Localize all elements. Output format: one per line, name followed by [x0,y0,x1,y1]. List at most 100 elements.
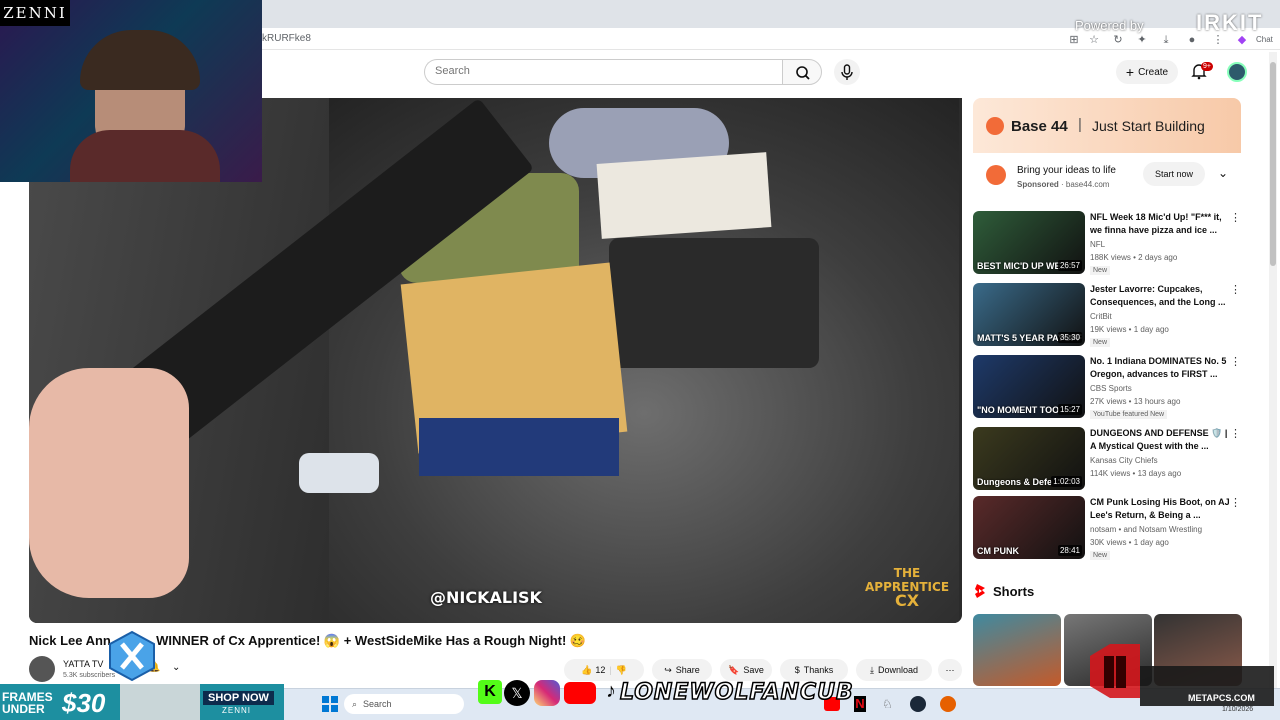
download-icon[interactable]: ⤓ [1160,34,1172,46]
instagram-icon [534,680,560,706]
recommendation-meta: 188K views • 2 days ago [1090,253,1178,262]
x-logo-icon [109,630,155,682]
recommendation-title[interactable]: CM Punk Losing His Boot, on AJ Lee's Ret… [1090,496,1232,522]
white-bag-shape [299,453,379,493]
tiktok-icon: ♪ [606,680,616,702]
recommendation-badge: New [1090,266,1111,275]
recommendation-meta: 27K views • 13 hours ago [1090,397,1181,406]
sponsored-ad[interactable]: Base 44 | Just Start Building Bring your… [973,98,1241,195]
more-options-icon[interactable]: ⋮ [1230,496,1241,509]
microphone-icon [841,64,853,80]
ad-sponsored-label: Sponsored [1017,180,1059,189]
plus-icon: + [1125,64,1135,80]
black-case-shape [609,238,819,368]
recommendation-item[interactable]: CM PUNK 28:41 CM Punk Losing His Boot, on … [973,496,1241,560]
save-label: Save [743,665,764,675]
recommendation-channel[interactable]: CBS Sports [1090,384,1132,393]
recommendation-thumbnail[interactable]: MATT'S 5 YEAR PAYOFF 35:30 [973,283,1085,346]
ad-domain: base44.com [1065,180,1110,189]
shop-now-label: SHOP NOW [203,691,274,705]
more-options-icon[interactable]: ⋮ [1230,355,1241,368]
like-button[interactable]: 👍 12 [581,665,605,676]
recommendation-channel[interactable]: NFL [1090,240,1105,249]
share-label: Share [675,665,700,675]
create-button[interactable]: + Create [1116,60,1178,84]
firefox-taskbar-icon[interactable] [940,696,956,712]
frames-line-2: UNDER [2,702,45,716]
shorts-heading: Shorts [973,583,1034,599]
more-actions-button[interactable]: ⋯ [938,659,962,681]
zenni-logo: ZENNI [0,0,70,26]
frames-under-text: FRAMES UNDER [2,691,53,715]
hand-shape [29,368,189,598]
search-icon [796,66,810,80]
taskbar-date: 1/10/2026 [1222,706,1254,713]
channel-avatar[interactable] [29,656,55,682]
refresh-icon[interactable]: ↻ [1112,34,1124,46]
recommendation-title[interactable]: Jester Lavorre: Cupcakes, Consequences, … [1090,283,1232,309]
url-text: kRURFke8 [262,33,311,44]
taskbar-search[interactable]: ⌕ Search [344,694,464,714]
bookmark-star-icon[interactable]: ☆ [1088,34,1100,46]
shorts-heading-label: Shorts [993,583,1035,599]
chevron-down-icon[interactable]: ⌄ [172,662,180,673]
more-options-icon[interactable]: ⋮ [1230,211,1241,224]
chat-label[interactable]: Chat [1256,35,1273,44]
steam-taskbar-icon[interactable] [910,696,926,712]
chevron-down-icon[interactable]: ⌄ [1218,166,1228,180]
thumbs-down-icon[interactable]: 👎 [616,665,627,676]
download-button[interactable]: ⤓ Download [856,659,932,681]
recommendation-channel[interactable]: notsam • and Notsam Wrestling [1090,525,1202,534]
recommendation-meta: 30K views • 1 day ago [1090,538,1169,547]
netflix-taskbar-icon[interactable]: N [854,696,866,712]
video-duration: 35:30 [1057,332,1082,343]
recommendation-thumbnail[interactable]: Dungeons & Defe 1:02:03 [973,427,1085,490]
recommendation-thumbnail[interactable]: BEST MIC'D UP WE... 26:57 [973,211,1085,274]
recommendation-item[interactable]: "NO MOMENT TOO 15:27 No. 1 Indiana DOMINAT… [973,355,1241,419]
video-title-end: WINNER of Cx Apprentice! 😱 + WestSideMik… [156,633,587,648]
notification-badge: 9+ [1201,62,1213,71]
shorts-icon [975,584,985,598]
recommendation-title[interactable]: NFL Week 18 Mic'd Up! "F*** it, we finna… [1090,211,1232,237]
voice-search-button[interactable] [834,59,860,85]
base44-logo-icon [986,117,1004,135]
windows-start-icon[interactable] [322,696,338,712]
short-thumbnail[interactable] [973,614,1061,686]
recommendation-thumbnail[interactable]: "NO MOMENT TOO 15:27 [973,355,1085,418]
thumbnail-caption: Dungeons & Defe [977,477,1053,487]
channel-name[interactable]: YATTA TV [63,659,103,669]
extension-icon[interactable]: ⊞ [1068,34,1080,46]
recommendation-item[interactable]: BEST MIC'D UP WE... 26:57 NFL Week 18 Mic'… [973,211,1241,275]
kick-icon: K [478,680,502,704]
ad-banner[interactable]: Base 44 | Just Start Building [973,98,1241,153]
logo-line-3: CX [894,591,920,610]
video-title-start: Nick Lee Ann [29,633,111,648]
recommendation-item[interactable]: Dungeons & Defe 1:02:03 DUNGEONS AND DEFEN… [973,427,1241,491]
video-duration: 15:27 [1057,404,1082,415]
zenni-small-logo: ZENNI [222,706,251,715]
search-input[interactable] [435,65,765,77]
search-button[interactable] [782,59,822,85]
video-duration: 28:41 [1057,545,1082,556]
like-count: 12 [595,665,606,675]
ad-start-now-button[interactable]: Start now [1143,162,1205,186]
recommendation-title[interactable]: No. 1 Indiana DOMINATES No. 5 Oregon, ad… [1090,355,1232,381]
extensions-puzzle-icon[interactable]: ✦ [1136,34,1148,46]
recommendation-channel[interactable]: CritBit [1090,312,1112,321]
ad-sponsored-line: Sponsored · base44.com [1017,180,1110,189]
more-options-icon[interactable]: ⋮ [1230,283,1241,296]
create-label: Create [1138,66,1169,78]
recommendation-title[interactable]: DUNGEONS AND DEFENSE 🛡️ | A Mystical Que… [1090,427,1232,453]
app-taskbar-icon[interactable]: ♘ [882,697,898,711]
scrollbar-thumb[interactable] [1270,62,1276,266]
search-box[interactable] [424,59,782,85]
recommendation-item[interactable]: MATT'S 5 YEAR PAYOFF 35:30 Jester Lavorre:… [973,283,1241,347]
ad-brand: Base 44 [1011,118,1068,135]
recommendation-channel[interactable]: Kansas City Chiefs [1090,456,1158,465]
more-options-icon[interactable]: ⋮ [1230,427,1241,440]
corona-box-shape [419,418,619,476]
x-social-icon: 𝕏 [504,680,530,706]
account-avatar[interactable] [1227,62,1247,82]
recommendation-thumbnail[interactable]: CM PUNK 28:41 [973,496,1085,559]
ad-logo-icon [986,165,1006,185]
